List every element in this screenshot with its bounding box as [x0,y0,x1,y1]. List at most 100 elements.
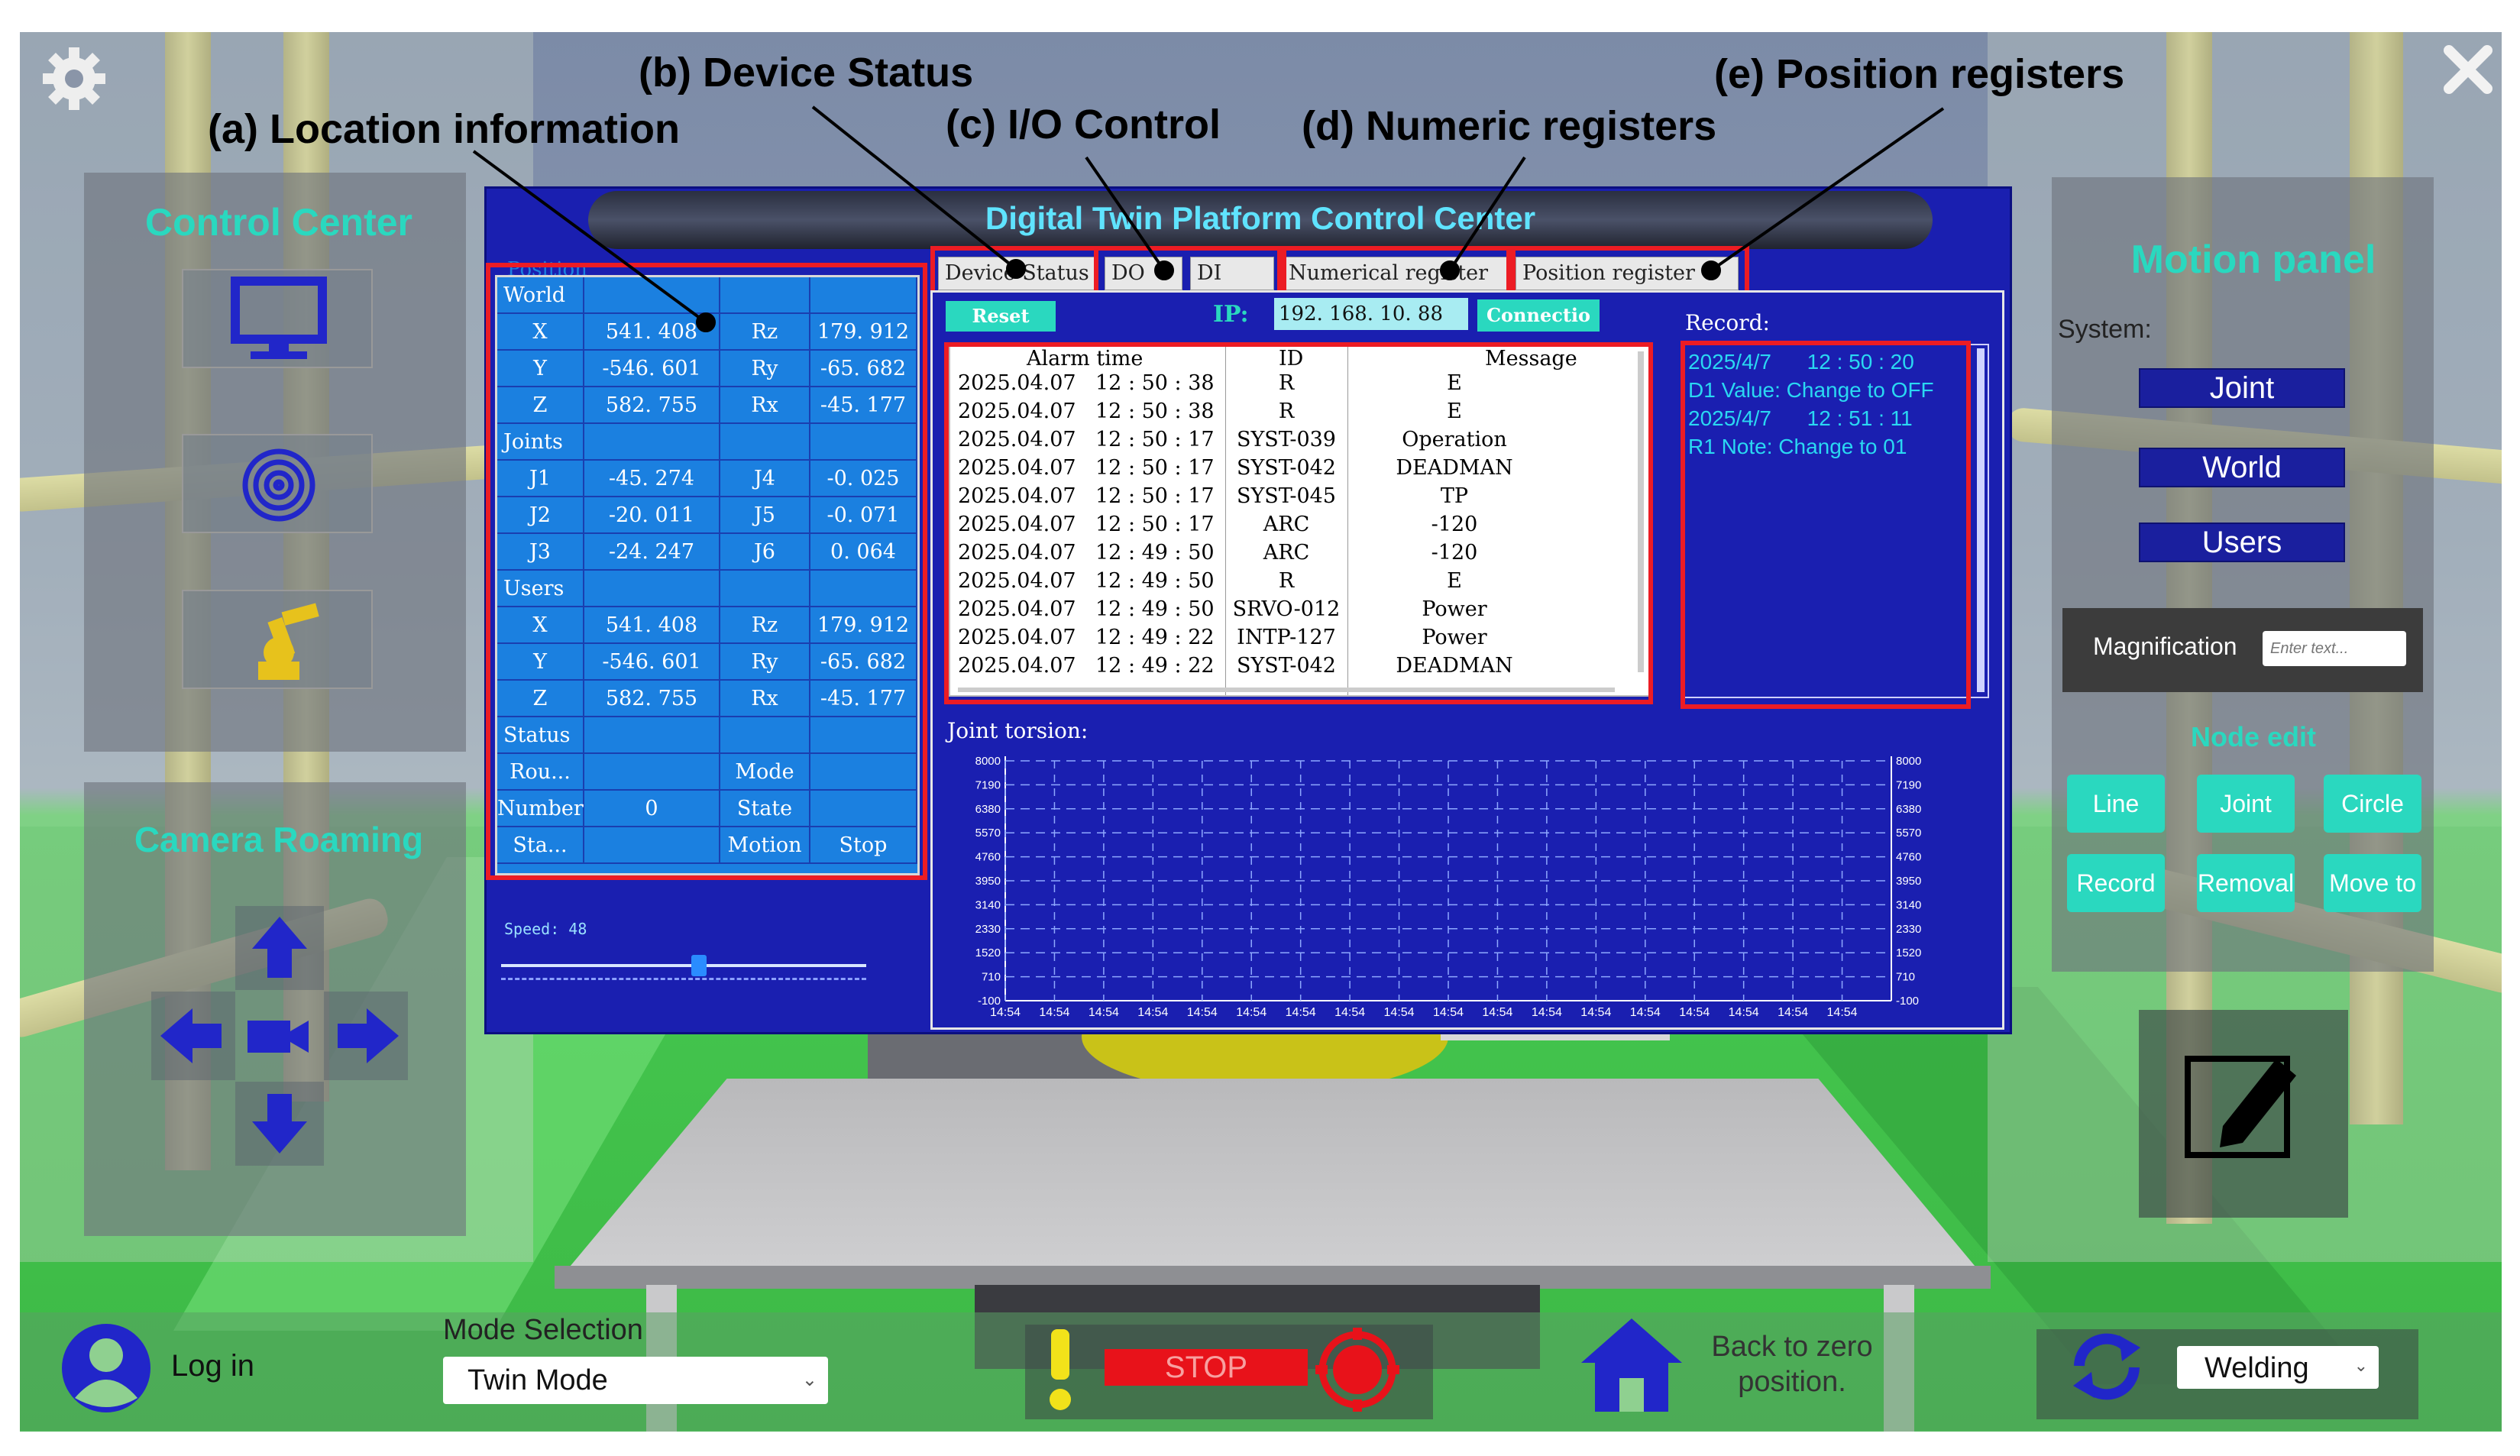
y-tick-left: 4760 [975,851,1001,864]
mode-select-value: Twin Mode [467,1364,608,1396]
y-tick-right: 1520 [1896,946,1921,959]
y-tick-right: 710 [1896,971,1915,984]
magnification-input[interactable] [2263,631,2406,666]
robot-button[interactable] [182,590,373,689]
annotation-a: (a) Location information [208,106,680,152]
fingerprint-icon [242,448,315,522]
ip-input[interactable]: 192. 168. 10. 88 [1274,298,1468,330]
home-icon[interactable] [1578,1315,1685,1415]
x-tick: 14:54 [990,1006,1021,1019]
x-tick: 14:54 [1827,1006,1858,1019]
x-tick: 14:54 [1286,1006,1316,1019]
position-register-highlight [1511,246,1749,296]
x-tick: 14:54 [1137,1006,1168,1019]
alarm-highlight [944,342,1653,704]
y-tick-right: 3140 [1896,898,1921,911]
y-tick-left: 7190 [975,778,1001,791]
y-tick-left: 3140 [975,898,1001,911]
user-icon[interactable] [57,1318,156,1418]
magnification-label: Magnification [2093,633,2237,660]
x-tick: 14:54 [1089,1006,1119,1019]
y-tick-right: 8000 [1896,755,1921,768]
chevron-down-icon: ⌄ [2353,1357,2368,1376]
login-label[interactable]: Log in [171,1349,254,1383]
warning-icon [1050,1329,1071,1410]
y-tick-left: 6380 [975,803,1001,816]
y-tick-left: 2330 [975,923,1001,936]
y-tick-right: 6380 [1896,803,1921,816]
annotation-e: (e) Position registers [1714,51,2125,97]
reset-button[interactable]: Reset [946,301,1056,332]
refresh-icon[interactable] [2069,1332,2145,1401]
monitor-button[interactable] [182,269,373,368]
node-joint-button[interactable]: Joint [2197,775,2295,833]
x-tick: 14:54 [1778,1006,1808,1019]
chevron-down-icon: ⌄ [801,1369,817,1390]
joint-torsion-chart: 8000 8000 7190 7190 6380 6380 5570 5570 4760 4760… [975,755,1922,1019]
annotation-c: (c) I/O Control [946,102,1221,147]
x-tick: 14:54 [1729,1006,1759,1019]
y-tick-right: 7190 [1896,778,1921,791]
x-tick: 14:54 [1482,1006,1512,1019]
stop-button[interactable]: STOP [1105,1349,1308,1386]
x-tick: 14:54 [1187,1006,1218,1019]
y-tick-left: 5570 [975,827,1001,840]
node-edit-label: Node edit [2190,721,2316,752]
y-tick-right: 2330 [1896,923,1921,936]
device-status-highlight [930,246,1098,296]
record-label: Record: [1685,310,1770,335]
y-tick-right: 4760 [1896,851,1921,864]
speed-label: Speed: 48 [504,920,587,938]
speed-slider-handle[interactable] [691,955,707,976]
x-tick: 14:54 [1433,1006,1464,1019]
y-tick-left: 1520 [975,946,1001,959]
speed-slider-dashed [501,978,866,980]
record-button[interactable]: Record [2067,854,2165,912]
removal-button[interactable]: Removal [2197,854,2295,912]
monitor-icon [231,277,327,359]
record-highlight [1681,341,1971,709]
close-icon[interactable] [2441,43,2495,96]
speed-slider[interactable] [501,964,866,967]
process-select[interactable]: Welding ⌄ [2177,1346,2379,1389]
mode-select[interactable]: Twin Mode ⌄ [443,1357,828,1404]
y-tick-left: 710 [982,971,1001,984]
panel-title: Digital Twin Platform Control Center [985,200,1536,236]
x-tick: 14:54 [1580,1006,1611,1019]
annotation-b: (b) Device Status [639,50,974,95]
ip-label: IP: [1213,301,1249,328]
system-label: System: [2058,315,2152,344]
x-tick: 14:54 [1236,1006,1266,1019]
edit-icon[interactable] [2177,1036,2307,1166]
io-control-highlight [1094,246,1282,296]
record-scrollbar[interactable] [1977,348,1985,692]
fingerprint-button[interactable] [182,434,373,533]
control-center-title: Control Center [145,201,412,244]
camera-roaming-title: Camera Roaming [134,820,424,859]
move-to-button[interactable]: Move to [2324,854,2421,912]
joint-button[interactable]: Joint [2139,368,2345,408]
process-select-value: Welding [2205,1352,2309,1384]
y-tick-right: 3950 [1896,875,1921,888]
y-tick-left: 8000 [975,755,1001,768]
mode-selection-label: Mode Selection [443,1314,643,1346]
x-tick: 14:54 [1334,1006,1365,1019]
users-button[interactable]: Users [2139,523,2345,562]
torsion-label: Joint torsion: [947,718,1089,743]
location-highlight [486,263,927,880]
x-tick: 14:54 [1532,1006,1562,1019]
gear-icon[interactable] [40,44,108,113]
motion-panel-title: Motion panel [2130,238,2376,282]
world-button[interactable]: World [2139,448,2345,487]
circle-button[interactable]: Circle [2324,775,2421,833]
connect-button[interactable]: Connectio [1477,299,1600,332]
annotation-d: (d) Numeric registers [1302,103,1717,149]
robot-arm-icon [258,603,319,680]
line-button[interactable]: Line [2067,775,2165,833]
camera-dpad [151,906,408,1166]
x-tick: 14:54 [1679,1006,1710,1019]
x-tick: 14:54 [1384,1006,1415,1019]
back-to-zero-label[interactable]: Back to zero position. [1693,1329,1891,1399]
emergency-stop-icon[interactable] [1315,1328,1399,1412]
x-tick: 14:54 [1039,1006,1069,1019]
